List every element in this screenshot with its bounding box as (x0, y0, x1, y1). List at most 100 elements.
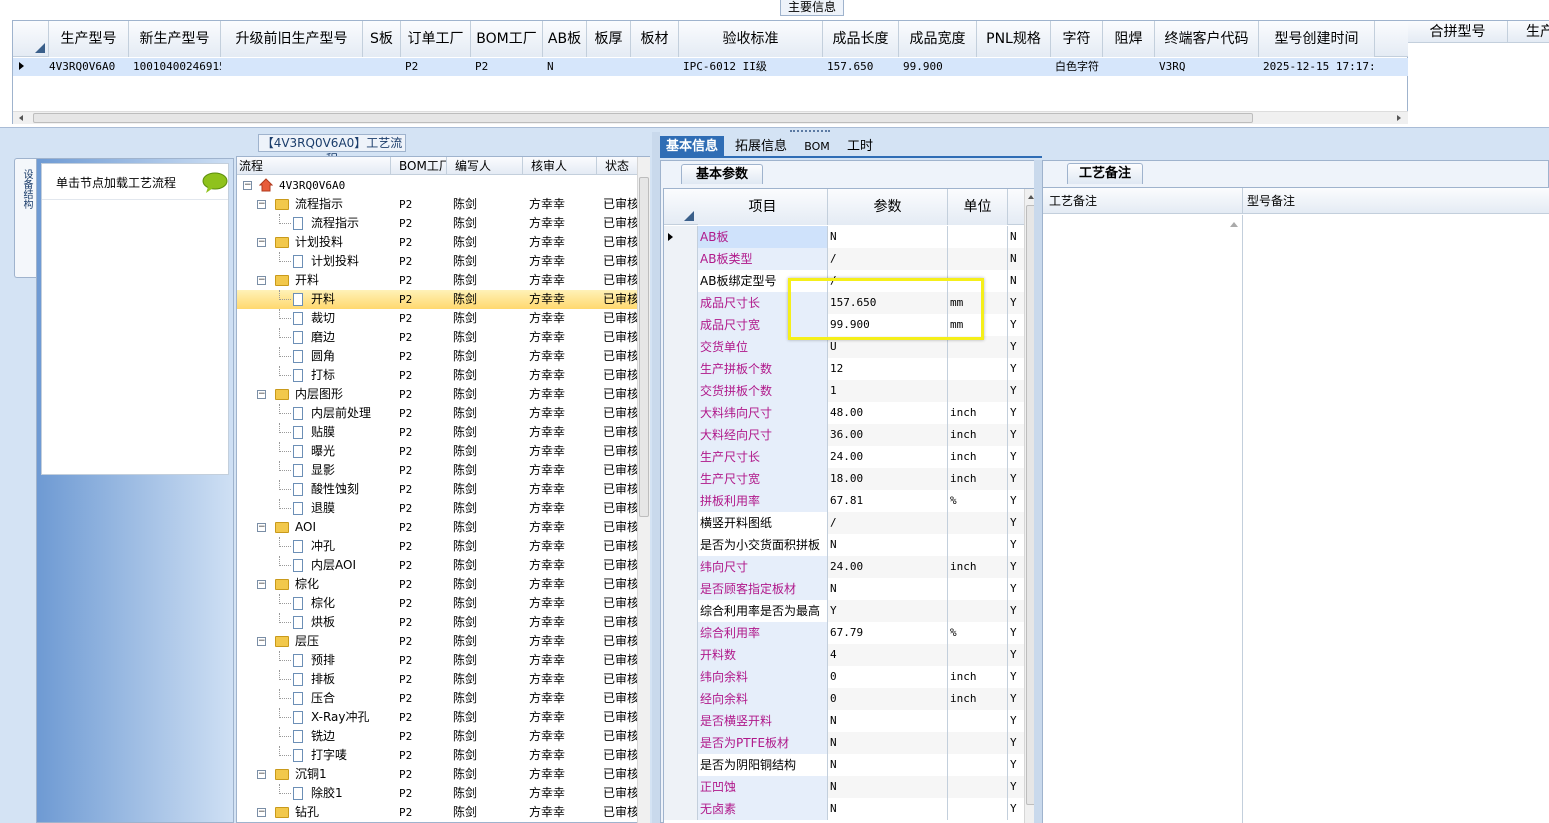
param-row[interactable]: 是否横竖开料 N Y (664, 710, 1024, 732)
main-col-header[interactable]: 成品宽度 (899, 21, 977, 57)
main-hscroll[interactable] (13, 111, 1409, 124)
param-value[interactable]: 48.00 (828, 402, 948, 424)
tree-row[interactable]: − 流程指示 P2 陈剑 方幸幸 已审核 (237, 195, 637, 214)
main-col-header[interactable]: S板 (363, 21, 401, 57)
tree-vscroll-thumb[interactable] (639, 177, 649, 517)
splitter-grip[interactable] (790, 130, 830, 134)
param-value[interactable]: N (828, 798, 948, 820)
tree-row[interactable]: 烘板 P2 陈剑 方幸幸 已审核 (237, 613, 637, 632)
tree-row[interactable]: 开料 P2 陈剑 方幸幸 已审核 (237, 290, 637, 309)
main-grid-row[interactable]: 4V3RQ0V6A0 10010400246915 P2 P2 N IPC-6012 II… (13, 58, 1409, 76)
main-col-header[interactable]: 新生产型号 (129, 21, 221, 57)
collapse-icon[interactable]: − (257, 390, 266, 399)
param-value[interactable]: 12 (828, 358, 948, 380)
tab-extended-info[interactable]: 拓展信息 (728, 136, 794, 158)
param-row[interactable]: 纬向余料 0 inch Y (664, 666, 1024, 688)
tree-row[interactable]: − 钻孔 P2 陈剑 方幸幸 已审核 (237, 803, 637, 822)
tree-row[interactable]: − 层压 P2 陈剑 方幸幸 已审核 (237, 632, 637, 651)
main-col-header[interactable]: 板厚 (587, 21, 631, 57)
param-value[interactable]: 24.00 (828, 556, 948, 578)
main-col-header[interactable]: AB板 (543, 21, 587, 57)
tree-row[interactable]: 酸性蚀刻 P2 陈剑 方幸幸 已审核 (237, 480, 637, 499)
tree-row[interactable]: 预排 P2 陈剑 方幸幸 已审核 (237, 651, 637, 670)
main-col-header[interactable]: 生产型号 (49, 21, 129, 57)
tree-row[interactable]: − AOI P2 陈剑 方幸幸 已审核 (237, 518, 637, 537)
scroll-left-icon[interactable] (19, 115, 23, 121)
remark-col-model[interactable]: 型号备注 (1243, 188, 1549, 214)
main-col-header[interactable]: 字符 (1051, 21, 1103, 57)
param-row[interactable]: 开料数 4 Y (664, 644, 1024, 666)
main-col-header[interactable]: 升级前旧生产型号 (221, 21, 363, 57)
tree-row[interactable]: 排板 P2 陈剑 方幸幸 已审核 (237, 670, 637, 689)
param-row[interactable]: 横竖开料图纸 / Y (664, 512, 1024, 534)
splitter-left[interactable] (652, 132, 660, 823)
param-value[interactable]: N (828, 226, 948, 248)
tree-row[interactable]: 除胶1 P2 陈剑 方幸幸 已审核 (237, 784, 637, 803)
param-value[interactable]: / (828, 248, 948, 270)
param-value[interactable]: 4 (828, 644, 948, 666)
param-row[interactable]: 经向余料 0 inch Y (664, 688, 1024, 710)
param-row[interactable]: 正凹蚀 N Y (664, 776, 1024, 798)
param-row[interactable]: 大料经向尺寸 36.00 inch Y (664, 424, 1024, 446)
tree-vscroll[interactable] (637, 157, 650, 823)
collapse-icon[interactable]: − (243, 181, 252, 190)
param-value[interactable]: 36.00 (828, 424, 948, 446)
remark-tab[interactable]: 工艺备注 (1067, 163, 1143, 184)
remark-scroll-up-icon[interactable] (1230, 222, 1238, 227)
param-col-header[interactable]: 单位 (948, 189, 1008, 225)
param-row[interactable]: AB板类型 / N (664, 248, 1024, 270)
tree-row[interactable]: 计划投料 P2 陈剑 方幸幸 已审核 (237, 252, 637, 271)
param-value[interactable]: 67.79 (828, 622, 948, 644)
param-row[interactable]: 生产尺寸宽 18.00 inch Y (664, 468, 1024, 490)
collapse-icon[interactable]: − (257, 637, 266, 646)
param-value[interactable]: N (828, 578, 948, 600)
param-row[interactable]: 交货拼板个数 1 Y (664, 380, 1024, 402)
tree-row[interactable]: − 计划投料 P2 陈剑 方幸幸 已审核 (237, 233, 637, 252)
remark-body-left[interactable] (1043, 215, 1243, 823)
main-col-header[interactable]: 终端客户代码 (1155, 21, 1259, 57)
tree-row[interactable]: 贴膜 P2 陈剑 方幸幸 已审核 (237, 423, 637, 442)
tree-row[interactable]: 流程指示 P2 陈剑 方幸幸 已审核 (237, 214, 637, 233)
main-col-header[interactable]: 验收标准 (679, 21, 823, 57)
param-row[interactable]: 生产拼板个数 12 Y (664, 358, 1024, 380)
main-hscroll-thumb[interactable] (33, 113, 1253, 123)
param-row[interactable]: 拼板利用率 67.81% Y (664, 490, 1024, 512)
param-value[interactable]: 18.00 (828, 468, 948, 490)
tree-row-root[interactable]: − 4V3RQ0V6A0 (237, 176, 637, 195)
splitter-right[interactable] (1034, 160, 1042, 823)
tree-row[interactable]: 内层前处理 P2 陈剑 方幸幸 已审核 (237, 404, 637, 423)
prod-col-header[interactable]: 生产 (1526, 21, 1549, 43)
hint-row[interactable]: 单击节点加载工艺流程 (42, 164, 228, 200)
param-row[interactable]: AB板 N N (664, 226, 1024, 248)
tree-row[interactable]: 压合 P2 陈剑 方幸幸 已审核 (237, 689, 637, 708)
param-row[interactable]: 无卤素 N Y (664, 798, 1024, 820)
tree-row[interactable]: 圆角 P2 陈剑 方幸幸 已审核 (237, 347, 637, 366)
tree-row[interactable]: 退膜 P2 陈剑 方幸幸 已审核 (237, 499, 637, 518)
param-value[interactable]: Y (828, 600, 948, 622)
tab-work-hours[interactable]: 工时 (840, 136, 880, 158)
param-row[interactable]: 是否顾客指定板材 N Y (664, 578, 1024, 600)
tree-row[interactable]: 显影 P2 陈剑 方幸幸 已审核 (237, 461, 637, 480)
tree-row[interactable]: 棕化 P2 陈剑 方幸幸 已审核 (237, 594, 637, 613)
param-row[interactable]: 是否为PTFE板材 N Y (664, 732, 1024, 754)
side-tab-equipment[interactable]: 设备结构 (14, 158, 36, 278)
param-value[interactable]: 1 (828, 380, 948, 402)
tree-row[interactable]: − 沉铜1 P2 陈剑 方幸幸 已审核 (237, 765, 637, 784)
collapse-icon[interactable]: − (257, 238, 266, 247)
param-col-header[interactable]: 项目 (698, 189, 828, 225)
hint-box[interactable]: 单击节点加载工艺流程 (41, 163, 229, 475)
tree-col-header[interactable]: 编写人 (447, 157, 523, 175)
tree-col-header[interactable]: 流程 (237, 157, 391, 175)
tree-row[interactable]: 裁切 P2 陈剑 方幸幸 已审核 (237, 309, 637, 328)
collapse-icon[interactable]: − (257, 276, 266, 285)
param-value[interactable]: N (828, 732, 948, 754)
collapse-icon[interactable]: − (257, 200, 266, 209)
param-value[interactable]: / (828, 512, 948, 534)
tree-col-header[interactable]: BOM工厂 (391, 157, 447, 175)
param-value[interactable]: N (828, 776, 948, 798)
tree-row[interactable]: 打字唛 P2 陈剑 方幸幸 已审核 (237, 746, 637, 765)
tree-row[interactable]: 曝光 P2 陈剑 方幸幸 已审核 (237, 442, 637, 461)
param-value[interactable]: 0 (828, 666, 948, 688)
tree-row[interactable]: X-Ray冲孔 P2 陈剑 方幸幸 已审核 (237, 708, 637, 727)
param-col-header[interactable]: 参数 (828, 189, 948, 225)
